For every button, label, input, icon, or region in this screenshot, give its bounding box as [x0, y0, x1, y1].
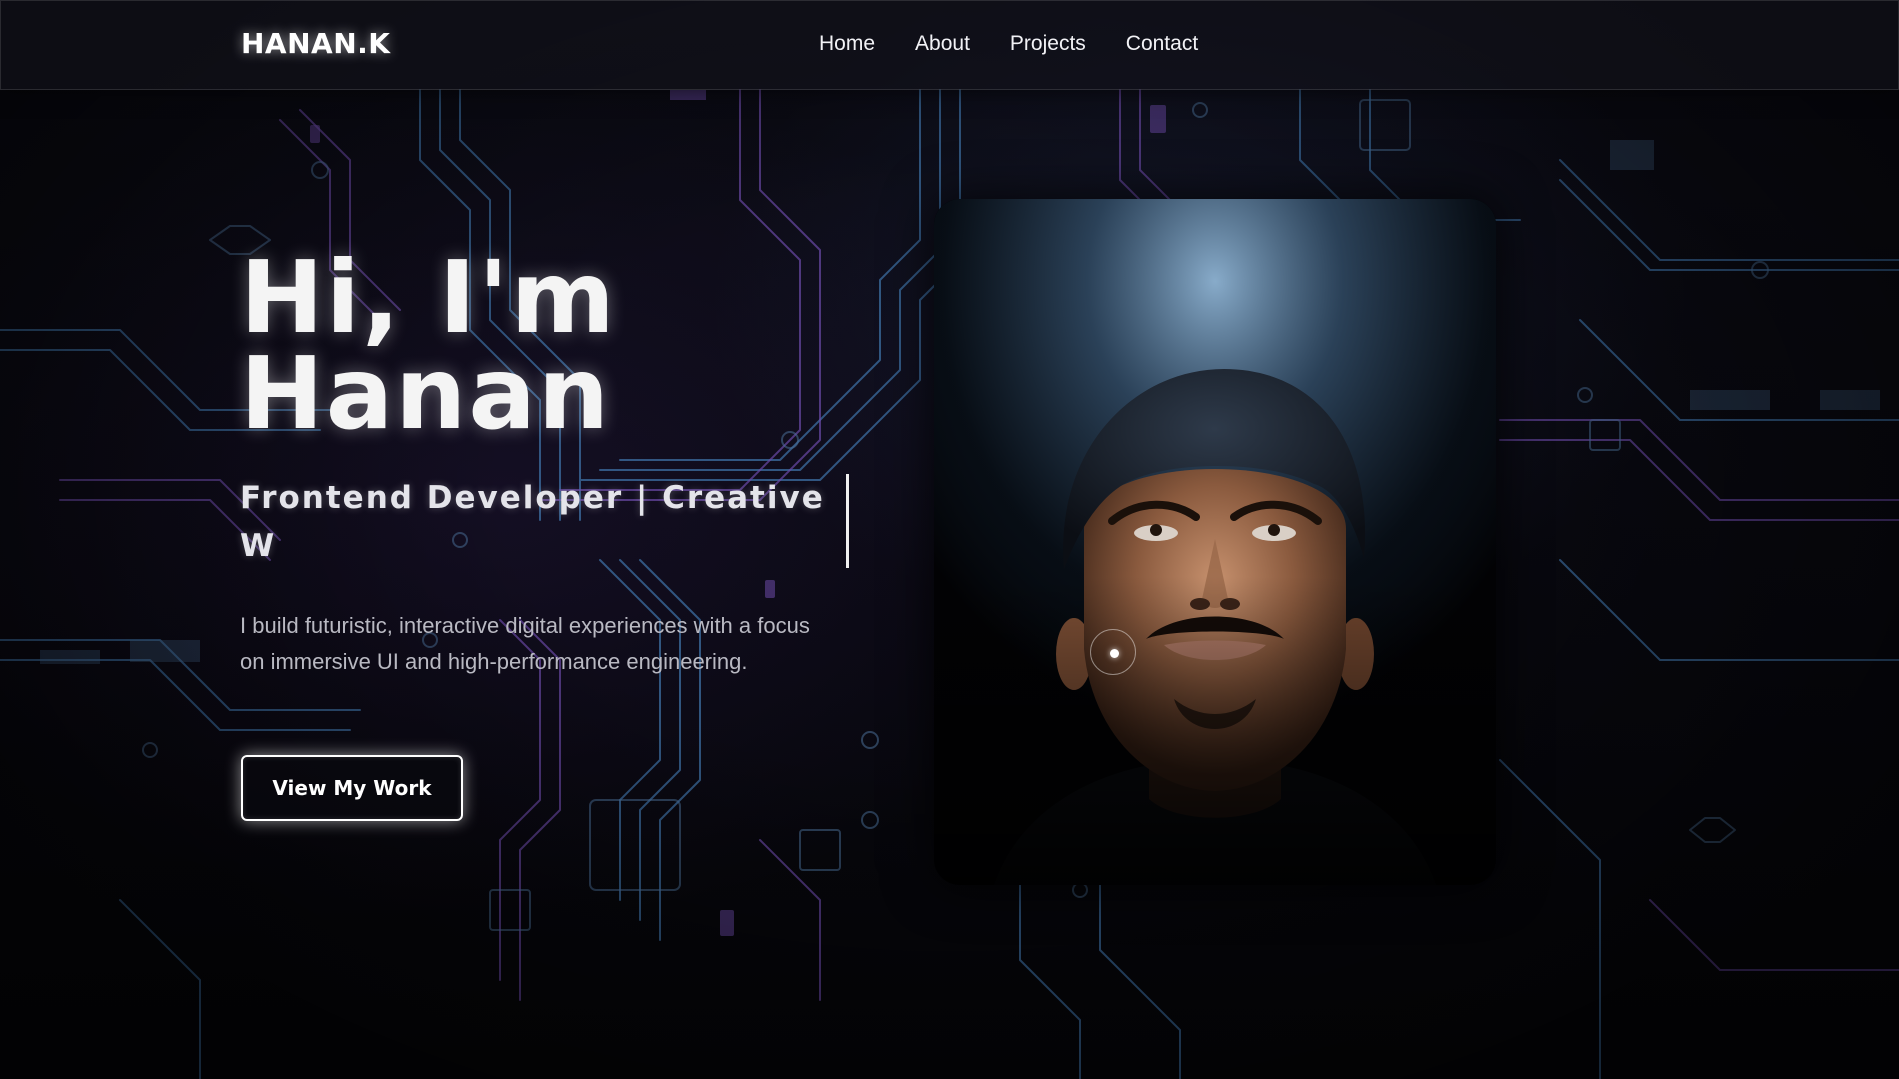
hero-description: I build futuristic, interactive digital … — [240, 613, 810, 674]
page: HANAN.K Home About Projects Contact Hi, … — [0, 0, 1899, 1079]
hero-title-line-1: Hi, I'm — [240, 239, 617, 356]
portrait-photo — [934, 199, 1496, 885]
cursor-dot — [1110, 649, 1119, 658]
portrait-card — [934, 199, 1496, 885]
nav-link-about[interactable]: About — [915, 32, 970, 56]
hero-tagline: Frontend Developer | Creative W — [240, 480, 825, 564]
nav-links: Home About Projects Contact — [819, 32, 1238, 56]
nav-link-contact[interactable]: Contact — [1126, 32, 1198, 56]
navbar: HANAN.K Home About Projects Contact — [0, 0, 1899, 90]
view-my-work-button[interactable]: View My Work — [241, 755, 463, 821]
brand-logo[interactable]: HANAN.K — [241, 27, 390, 60]
hero-title: Hi, I'm Hanan — [240, 239, 860, 452]
nav-link-home[interactable]: Home — [819, 32, 875, 56]
nav-link-projects[interactable]: Projects — [1010, 32, 1086, 56]
typing-caret — [846, 474, 849, 568]
hero-title-line-2: Hanan — [240, 335, 612, 452]
